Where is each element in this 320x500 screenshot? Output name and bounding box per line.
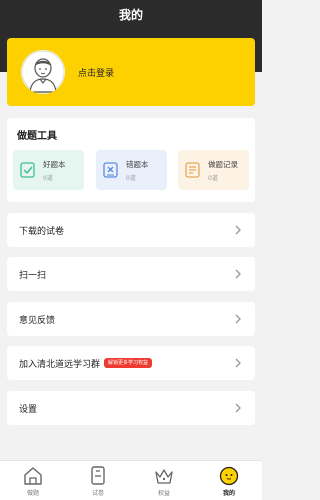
question-record[interactable]: 做题记录 0道 <box>178 150 249 190</box>
tool-label: 做题记录 <box>208 159 238 169</box>
login-label[interactable]: 点击登录 <box>78 66 114 79</box>
chevron-right-icon <box>235 314 241 324</box>
tool-count: 0道 <box>43 174 53 182</box>
good-question-icon <box>20 162 35 178</box>
menu-settings[interactable]: 设置 <box>7 391 255 425</box>
login-card[interactable]: 点击登录 <box>7 38 255 106</box>
tab-label: 试卷 <box>91 490 104 497</box>
tab-label: 做题 <box>26 490 39 497</box>
tools-title: 做题工具 <box>17 131 57 142</box>
menu-label: 下载的试卷 <box>19 226 65 237</box>
menu-label: 扫一扫 <box>19 270 47 281</box>
promo-badge: 解锁更多学习权益 <box>104 358 153 368</box>
crown-icon <box>155 469 173 484</box>
menu-label: 加入清北道远学习群 <box>19 359 101 370</box>
chevron-right-icon <box>235 403 241 413</box>
tools-section: 做题工具 好题本 0道 错题本 0道 做题记录 0道 <box>7 118 255 202</box>
tab-papers[interactable]: 试卷 <box>73 466 123 500</box>
menu-scan[interactable]: 扫一扫 <box>7 257 255 291</box>
tab-practice[interactable]: 做题 <box>8 466 58 500</box>
avatar-icon <box>21 50 65 94</box>
menu-join-group[interactable]: 加入清北道远学习群 解锁更多学习权益 <box>7 346 255 380</box>
tab-benefits[interactable]: 权益 <box>139 466 189 500</box>
home-icon <box>24 467 42 485</box>
tab-label: 权益 <box>157 490 170 497</box>
tab-label: 我的 <box>222 490 235 497</box>
profile-icon <box>219 466 239 486</box>
menu-label: 意见反馈 <box>19 315 56 326</box>
tool-count: 0道 <box>208 174 218 182</box>
chevron-right-icon <box>235 269 241 279</box>
menu-label: 设置 <box>19 404 38 415</box>
tool-count: 0道 <box>126 174 136 182</box>
tool-label: 好题本 <box>43 159 66 169</box>
paper-icon <box>91 466 105 485</box>
bottom-tab-bar: 做题 试卷 权益 我的 <box>0 460 262 500</box>
page-title: 我的 <box>118 8 143 22</box>
wrong-question-book[interactable]: 错题本 0道 <box>96 150 167 190</box>
chevron-right-icon <box>235 358 241 368</box>
good-question-book[interactable]: 好题本 0道 <box>13 150 84 190</box>
wrong-question-icon <box>103 162 118 178</box>
menu-downloads[interactable]: 下载的试卷 <box>7 213 255 247</box>
tool-label: 错题本 <box>126 159 149 169</box>
record-icon <box>185 162 200 178</box>
tab-profile[interactable]: 我的 <box>204 466 254 500</box>
chevron-right-icon <box>235 225 241 235</box>
menu-feedback[interactable]: 意见反馈 <box>7 302 255 336</box>
